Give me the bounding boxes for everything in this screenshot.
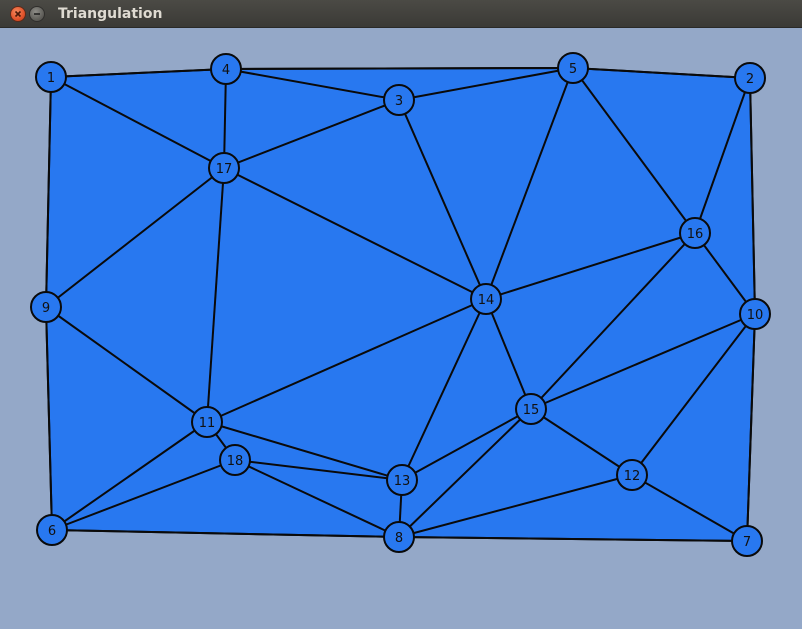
node-17[interactable]: 17 [208, 152, 240, 184]
node-1[interactable]: 1 [35, 61, 67, 93]
node-16[interactable]: 16 [679, 217, 711, 249]
node-label: 4 [222, 63, 230, 78]
node-8[interactable]: 8 [383, 521, 415, 553]
node-label: 17 [216, 162, 233, 177]
node-label: 11 [199, 416, 216, 431]
close-icon [14, 10, 22, 18]
node-label: 5 [569, 62, 577, 77]
node-label: 13 [394, 474, 411, 489]
node-7[interactable]: 7 [731, 525, 763, 557]
window-title: Triangulation [58, 6, 163, 22]
minimize-button[interactable] [29, 6, 45, 22]
node-4[interactable]: 4 [210, 53, 242, 85]
node-12[interactable]: 12 [616, 459, 648, 491]
close-button[interactable] [10, 6, 26, 22]
node-14[interactable]: 14 [470, 283, 502, 315]
node-label: 10 [747, 308, 764, 323]
node-18[interactable]: 18 [219, 444, 251, 476]
node-label: 3 [395, 94, 403, 109]
node-label: 14 [478, 293, 495, 308]
application-window: Triangulation 1 2 3 4 5 6 7 8 9 10 11 12 13 14 15 16 17 1… [0, 0, 802, 629]
node-label: 6 [48, 524, 56, 539]
node-13[interactable]: 13 [386, 464, 418, 496]
node-label: 18 [227, 454, 244, 469]
node-label: 1 [47, 71, 55, 86]
minimize-icon [34, 13, 40, 15]
node-label: 8 [395, 531, 403, 546]
node-5[interactable]: 5 [557, 52, 589, 84]
node-2[interactable]: 2 [734, 62, 766, 94]
node-3[interactable]: 3 [383, 84, 415, 116]
title-bar[interactable]: Triangulation [0, 0, 802, 28]
edge-4-5 [225, 67, 574, 70]
node-11[interactable]: 11 [191, 406, 223, 438]
node-label: 12 [624, 469, 641, 484]
node-label: 16 [687, 227, 704, 242]
node-10[interactable]: 10 [739, 298, 771, 330]
triangulation-canvas[interactable]: 1 234 56789 101112131415161718 [0, 28, 802, 629]
node-label: 7 [743, 535, 751, 550]
node-label: 9 [42, 301, 50, 316]
node-6[interactable]: 6 [36, 514, 68, 546]
node-label: 2 [746, 72, 754, 87]
node-9[interactable]: 9 [30, 291, 62, 323]
node-label: 15 [523, 403, 540, 418]
node-15[interactable]: 15 [515, 393, 547, 425]
